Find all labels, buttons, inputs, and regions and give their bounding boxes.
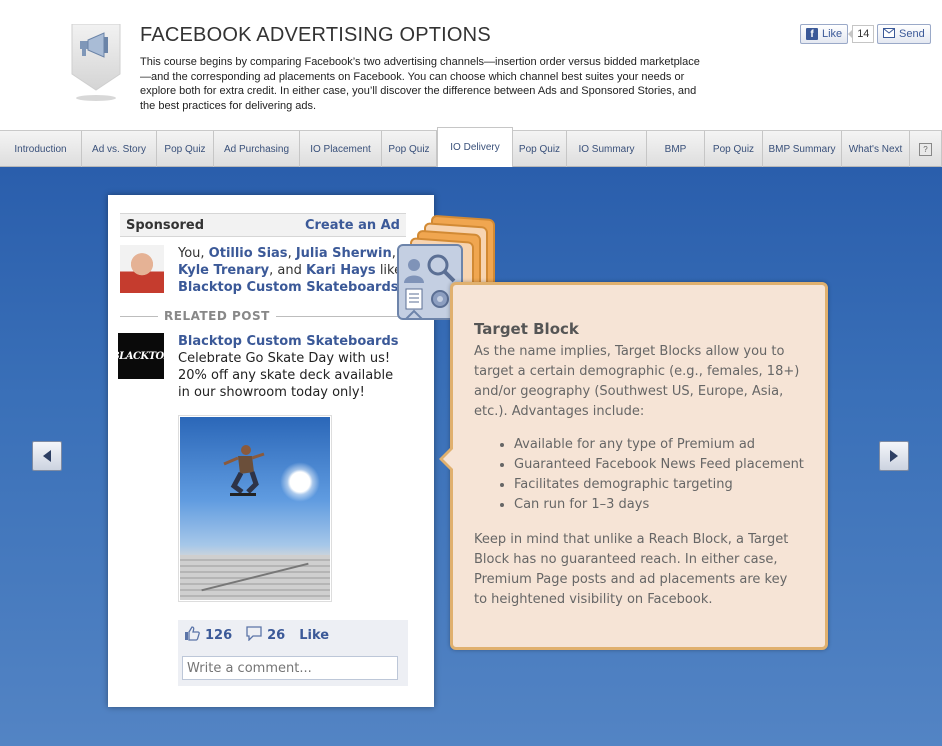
course-header: FACEBOOK ADVERTISING OPTIONS This course… [0,0,942,130]
separator: , [287,246,296,261]
friend-link-2[interactable]: Julia Sherwin [296,246,392,261]
related-post-divider: RELATED POST [120,307,406,325]
course-description: This course begins by comparing Facebook… [140,56,700,112]
comment-count-action[interactable]: 26 [246,625,286,645]
friend-link-3[interactable]: Kyle Trenary [178,263,269,278]
panel-title: Target Block [474,320,579,338]
page-link[interactable]: Blacktop Custom Skateboards [178,280,399,295]
target-block-panel: Target Block As the name implies, Target… [439,282,828,650]
social-context: You, Otillio Sias, Julia Sherwin, Kyle T… [178,245,408,296]
page-title: FACEBOOK ADVERTISING OPTIONS [140,24,491,46]
send-button[interactable]: Send [877,24,931,44]
panel-outro: Keep in mind that unlike a Reach Block, … [474,532,789,607]
lesson-tabs: Introduction Ad vs. Story Pop Quiz Ad Pu… [0,127,942,167]
comment-icon [246,625,262,645]
friend-link-1[interactable]: Otillio Sias [209,246,288,261]
post-photo[interactable] [178,415,332,602]
facebook-icon: f [806,28,818,40]
like-button-label: Like [822,28,843,40]
arrow-right-icon [890,450,898,462]
divider-line [120,315,158,317]
sponsored-label: Sponsored [126,217,205,233]
facebook-like-widget: f Like 14 [800,24,875,44]
lesson-stage: Sponsored Create an Ad You, Otillio Sias… [0,167,942,746]
facebook-send-widget: Send [877,24,931,44]
thumbs-up-icon [184,625,200,645]
tab-ad-vs-story[interactable]: Ad vs. Story [82,131,157,167]
tab-whats-next[interactable]: What's Next [842,131,910,167]
tab-pop-quiz-4[interactable]: Pop Quiz [705,131,763,167]
help-icon: ? [919,142,932,156]
divider-line [275,315,406,317]
advantages-list: Available for any type of Premium ad Gua… [474,435,804,515]
tab-bmp-summary[interactable]: BMP Summary [763,131,842,167]
list-item: Facilitates demographic targeting [514,475,804,495]
next-button[interactable] [879,441,909,471]
sponsored-bar: Sponsored Create an Ad [120,213,406,237]
previous-button[interactable] [32,441,62,471]
comment-area [178,650,408,686]
create-ad-link[interactable]: Create an Ad [305,218,400,233]
skater-figure [223,445,265,496]
tab-pop-quiz-2[interactable]: Pop Quiz [382,131,437,167]
tab-io-delivery[interactable]: IO Delivery [437,127,513,167]
like-button[interactable]: f Like [800,24,849,44]
tab-introduction[interactable]: Introduction [0,131,82,167]
post-body: Celebrate Go Skate Day with us! 20% off … [178,351,394,400]
envelope-icon [883,27,895,41]
post-text: Blacktop Custom Skateboards Celebrate Go… [178,333,408,401]
avatar [120,245,164,293]
tab-io-placement[interactable]: IO Placement [300,131,382,167]
help-tab[interactable]: ? [910,131,942,167]
tab-pop-quiz-3[interactable]: Pop Quiz [513,131,567,167]
social-prefix: You, [178,246,209,261]
list-item: Can run for 1–3 days [514,495,804,515]
arrow-left-icon [43,450,51,462]
separator: , and [269,263,306,278]
blacktop-logo[interactable]: BLACKTOP [111,333,171,379]
panel-intro: As the name implies, Target Blocks allow… [474,344,800,419]
megaphone-badge [70,23,122,101]
send-button-label: Send [899,28,925,40]
sun-flare [280,462,320,502]
tab-ad-purchasing[interactable]: Ad Purchasing [214,131,300,167]
list-item: Available for any type of Premium ad [514,435,804,455]
post-actions: 126 26 Like [178,620,408,650]
friend-link-4[interactable]: Kari Hays [306,263,376,278]
like-link[interactable]: Like [299,628,329,643]
tab-io-summary[interactable]: IO Summary [567,131,647,167]
like-count-value: 126 [205,627,233,643]
skater-photo [180,417,330,600]
tab-bmp[interactable]: BMP [647,131,705,167]
comment-input[interactable] [182,656,398,680]
sponsored-story-card: Sponsored Create an Ad You, Otillio Sias… [108,195,434,707]
related-post-label: RELATED POST [164,309,270,323]
tab-pop-quiz-1[interactable]: Pop Quiz [157,131,214,167]
list-item: Guaranteed Facebook News Feed placement [514,455,804,475]
comment-count-value: 26 [267,627,286,643]
like-count: 14 [848,25,875,43]
panel-pointer-inner [443,448,454,470]
like-count-action[interactable]: 126 [184,625,233,645]
post-page-link[interactable]: Blacktop Custom Skateboards [178,333,408,350]
